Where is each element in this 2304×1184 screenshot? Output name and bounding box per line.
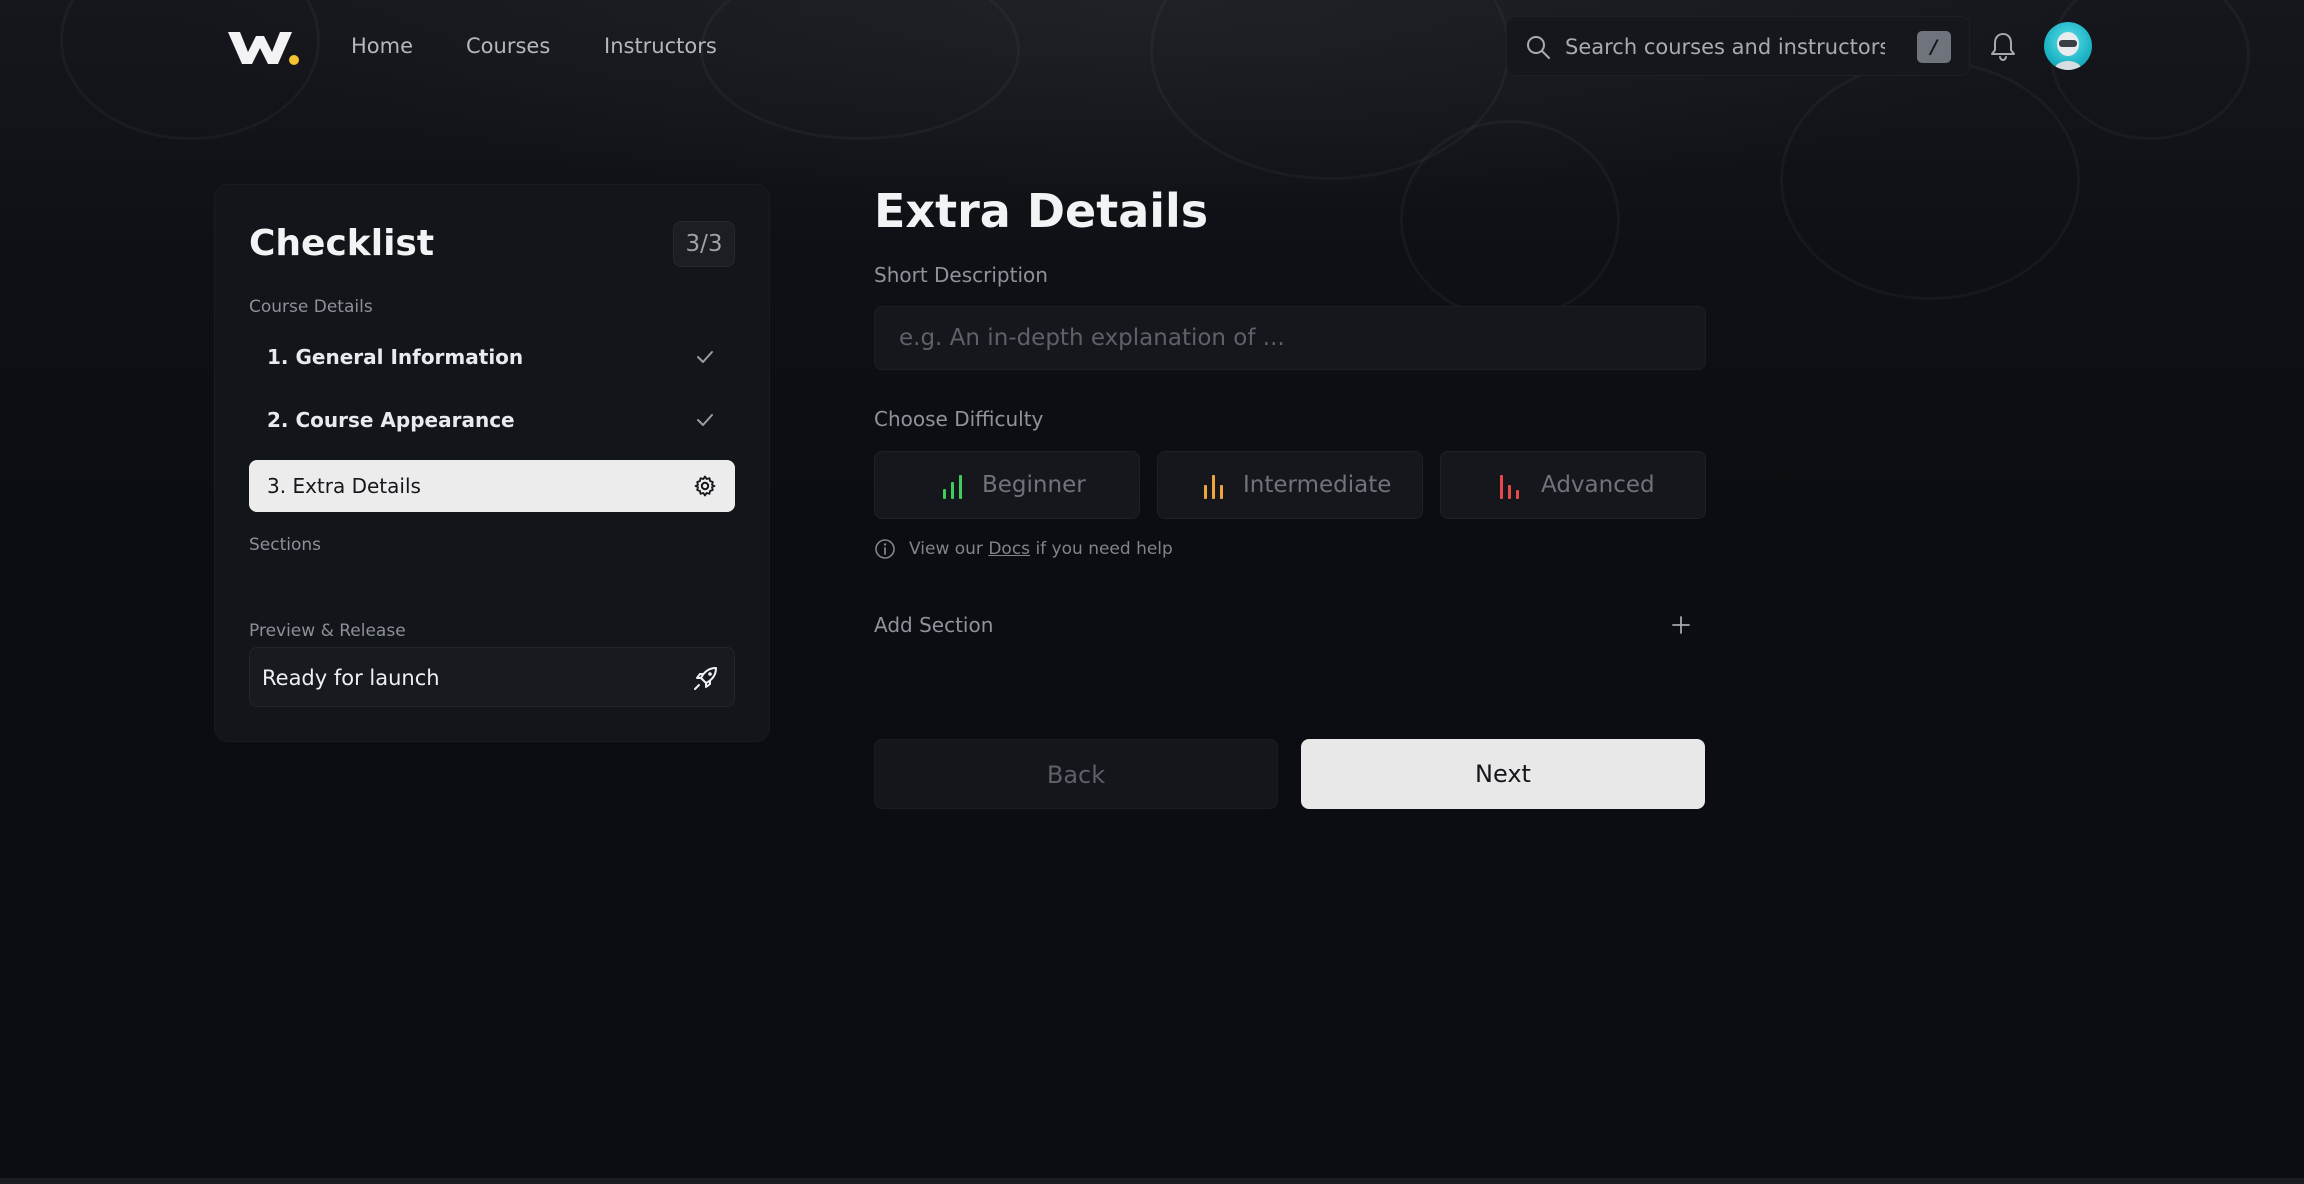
signal-bars-icon	[943, 475, 962, 499]
step-extra-details[interactable]: 3. Extra Details	[249, 460, 735, 512]
brand-logo[interactable]	[226, 28, 300, 68]
difficulty-label: Advanced	[1541, 472, 1655, 498]
preview-release-heading: Preview & Release	[249, 621, 406, 641]
step-label: 3. Extra Details	[267, 474, 421, 498]
top-navbar: Home Courses Instructors /	[0, 0, 2304, 96]
gear-icon	[694, 475, 716, 497]
launch-label: Ready for launch	[262, 666, 440, 690]
rocket-icon	[694, 667, 717, 690]
check-icon	[697, 414, 713, 426]
help-suffix: if you need help	[1035, 539, 1173, 559]
course-builder-page: Home Courses Instructors / Checklist 3/3	[0, 0, 2304, 1184]
background-doodle	[1780, 60, 2080, 300]
signal-bars-icon	[1500, 475, 1519, 499]
step-general-information[interactable]: 1. General Information	[249, 331, 735, 383]
nav-instructors-link[interactable]: Instructors	[604, 34, 717, 58]
checklist-panel: Checklist 3/3 Course Details 1. General …	[214, 184, 770, 742]
difficulty-label: Intermediate	[1243, 472, 1392, 498]
step-course-appearance[interactable]: 2. Course Appearance	[249, 394, 735, 446]
background-doodle	[1400, 120, 1620, 320]
page-title: Extra Details	[874, 184, 1209, 238]
sections-heading: Sections	[249, 535, 322, 555]
difficulty-intermediate-button[interactable]: Intermediate	[1157, 451, 1423, 519]
window-bottom-edge	[0, 1178, 2304, 1184]
help-prefix: View our	[909, 539, 983, 559]
avatar-image	[2054, 32, 2082, 70]
short-description-label: Short Description	[874, 263, 1048, 287]
add-section-label[interactable]: Add Section	[874, 613, 993, 637]
search-icon	[1527, 36, 1550, 59]
plus-icon[interactable]	[1668, 612, 1694, 638]
short-description-input[interactable]	[874, 306, 1706, 370]
checklist-progress-badge: 3/3	[673, 221, 735, 267]
search-bar[interactable]: /	[1506, 16, 1970, 76]
signal-bars-icon	[1204, 475, 1223, 499]
course-details-heading: Course Details	[249, 297, 373, 317]
step-label: 1. General Information	[267, 345, 524, 369]
difficulty-beginner-button[interactable]: Beginner	[874, 451, 1140, 519]
notification-bell-icon[interactable]	[1988, 30, 2018, 62]
difficulty-label: Beginner	[982, 472, 1086, 498]
search-input[interactable]	[1565, 29, 1885, 65]
ready-for-launch-item[interactable]: Ready for launch	[249, 647, 735, 707]
next-button[interactable]: Next	[1301, 739, 1705, 809]
back-button[interactable]: Back	[874, 739, 1278, 809]
help-text: View our Docs if you need help	[909, 539, 1173, 559]
checklist-title: Checklist	[249, 223, 435, 264]
user-avatar[interactable]	[2044, 22, 2092, 70]
difficulty-advanced-button[interactable]: Advanced	[1440, 451, 1706, 519]
search-shortcut-key: /	[1917, 31, 1951, 63]
choose-difficulty-label: Choose Difficulty	[874, 407, 1044, 431]
nav-courses-link[interactable]: Courses	[466, 34, 550, 58]
docs-link[interactable]: Docs	[988, 539, 1030, 559]
check-icon	[697, 351, 713, 363]
info-icon	[875, 539, 895, 559]
step-label: 2. Course Appearance	[267, 408, 515, 432]
nav-home-link[interactable]: Home	[351, 34, 413, 58]
